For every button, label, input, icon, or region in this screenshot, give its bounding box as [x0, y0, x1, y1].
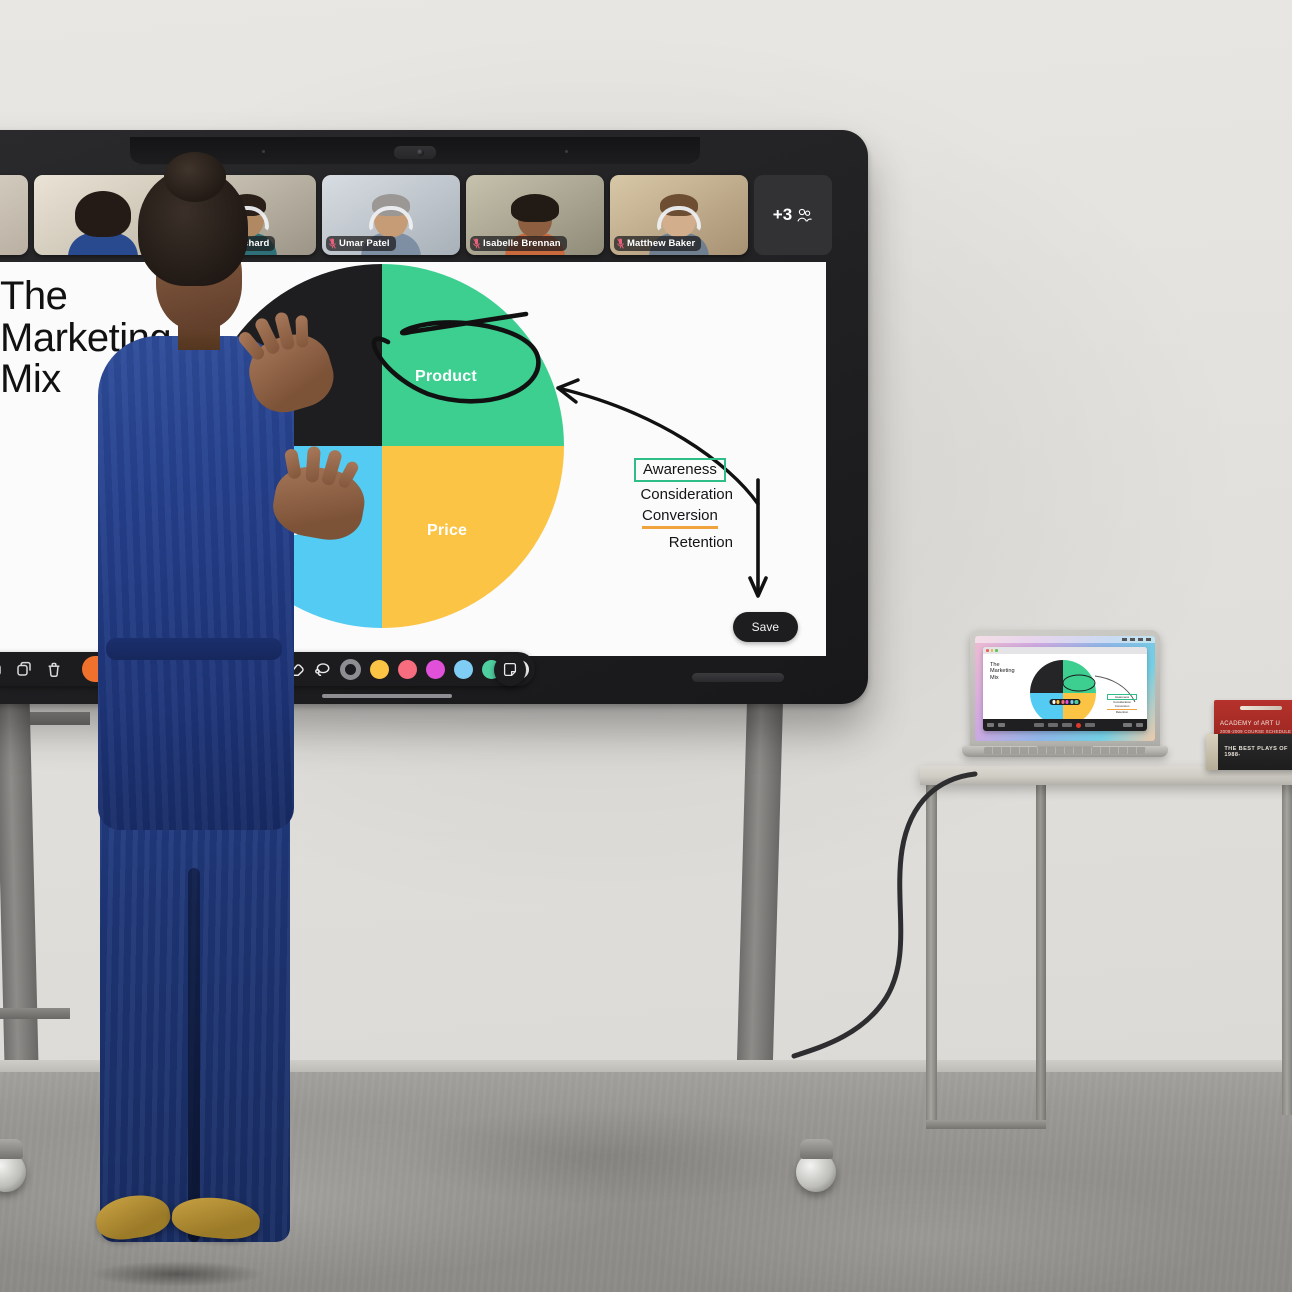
conference-room-scene: Darren Owens	[0, 0, 1292, 1292]
overflow-count: +3	[772, 205, 793, 224]
participant-name-badge: Matthew Baker	[614, 236, 702, 251]
presenter-torso-folds	[98, 336, 294, 830]
participant-name-badge: Isabelle Brennan	[470, 236, 567, 251]
laptop-board-content: The Marketing Mix Awareness Consideratio…	[983, 654, 1147, 726]
participant-name: Matthew Baker	[627, 238, 696, 249]
presenter-floor-shadow	[52, 1256, 302, 1292]
laptop-record-indicator[interactable]	[1075, 722, 1081, 728]
participant-name: Isabelle Brennan	[483, 238, 561, 249]
laptop[interactable]: The Marketing Mix Awareness Consideratio…	[962, 630, 1168, 775]
participant-tile[interactable]: Umar Patel	[322, 175, 460, 255]
home-indicator[interactable]	[322, 694, 452, 698]
laptop-toolbar-right[interactable]	[1123, 723, 1143, 727]
stroke-width-selector[interactable]	[340, 658, 361, 680]
stand-caster-right	[796, 1139, 836, 1192]
camera-sensor-right	[565, 150, 568, 153]
laptop-window-titlebar	[983, 647, 1147, 654]
pie-label-product: Product	[415, 368, 477, 385]
add-frame-icon[interactable]	[0, 661, 2, 678]
books-stack: ACADEMY of ART U 2008-2009 COURSE SCHEDU…	[1206, 700, 1292, 772]
marketing-funnel-list[interactable]: Awareness Consideration Conversion Reten…	[628, 458, 733, 552]
funnel-item-conversion[interactable]: Conversion	[642, 507, 718, 530]
camera-sensor-left	[262, 150, 265, 153]
table-leg-mid	[1036, 785, 1046, 1127]
laptop-toolbar-center[interactable]	[1033, 722, 1095, 728]
book-page-edge	[1206, 734, 1219, 770]
participant-tile[interactable]: Isabelle Brennan	[466, 175, 604, 255]
laptop-keyboard[interactable]	[984, 747, 1146, 754]
laptop-color-palette[interactable]	[1049, 699, 1081, 705]
people-icon	[797, 208, 813, 222]
duplicate-icon[interactable]	[16, 661, 32, 678]
funnel-item-awareness[interactable]: Awareness	[634, 458, 726, 482]
mic-muted-icon	[473, 238, 480, 249]
laptop-meeting-toolbar[interactable]	[983, 719, 1147, 731]
pie-label-price: Price	[427, 522, 468, 539]
table-leg-right	[1282, 785, 1292, 1115]
book-best-plays: THE BEST PLAYS OF 1988-	[1206, 734, 1292, 770]
book-course-schedule: ACADEMY of ART U 2008-2009 COURSE SCHEDU…	[1214, 700, 1292, 738]
mic-muted-icon	[617, 238, 624, 249]
laptop-pie-chart	[1030, 660, 1096, 726]
sticky-note-button[interactable]	[494, 654, 526, 686]
laptop-title-line-2: Marketing	[990, 668, 1015, 675]
laptop-menubar	[975, 636, 1155, 643]
tile-background	[0, 175, 28, 255]
participant-name: Umar Patel	[339, 238, 390, 249]
participants-overflow-button[interactable]: +3	[754, 175, 832, 255]
color-swatch-amber[interactable]	[370, 659, 389, 679]
save-button[interactable]: Save	[732, 612, 798, 642]
laptop-funnel-list: Awareness Consideration Conversion Reten…	[1107, 694, 1137, 714]
laptop-funnel-retention: Retention	[1115, 709, 1129, 714]
book-spine-title: THE BEST PLAYS OF 1988-	[1224, 746, 1288, 758]
color-swatch-blue[interactable]	[454, 659, 473, 679]
laptop-screen[interactable]: The Marketing Mix Awareness Consideratio…	[975, 636, 1155, 741]
presenter-leg-seam	[188, 868, 200, 1242]
camera-lens-icon	[394, 146, 436, 159]
pen-illustration-icon	[1240, 706, 1282, 710]
participant-tile[interactable]: Matthew Baker	[610, 175, 748, 255]
laptop-lid: The Marketing Mix Awareness Consideratio…	[970, 630, 1160, 748]
funnel-item-consideration[interactable]: Consideration	[628, 486, 733, 504]
laptop-board-title: The Marketing Mix	[990, 662, 1015, 681]
presenter-waist	[106, 638, 282, 660]
presenter-hair-bun	[164, 152, 226, 202]
table-leg-left	[926, 785, 937, 1127]
color-swatch-pink[interactable]	[398, 659, 417, 679]
laptop-toolbar-left[interactable]	[987, 723, 1005, 727]
pie-slice-product[interactable]	[382, 264, 564, 446]
sticky-note-icon	[503, 662, 517, 677]
stylus-pen[interactable]	[692, 673, 784, 682]
participant-tile[interactable]: Darren Owens	[0, 175, 28, 255]
funnel-item-retention[interactable]: Retention	[628, 534, 733, 552]
book-title-line-1: ACADEMY of ART U	[1220, 721, 1281, 727]
laptop-title-line-3: Mix	[990, 674, 999, 681]
color-swatch-magenta[interactable]	[426, 659, 445, 679]
table-foot	[926, 1120, 1046, 1129]
pie-slice-price[interactable]	[382, 446, 564, 628]
presenter-person	[60, 152, 370, 1244]
laptop-whiteboard-window[interactable]: The Marketing Mix Awareness Consideratio…	[983, 647, 1147, 731]
